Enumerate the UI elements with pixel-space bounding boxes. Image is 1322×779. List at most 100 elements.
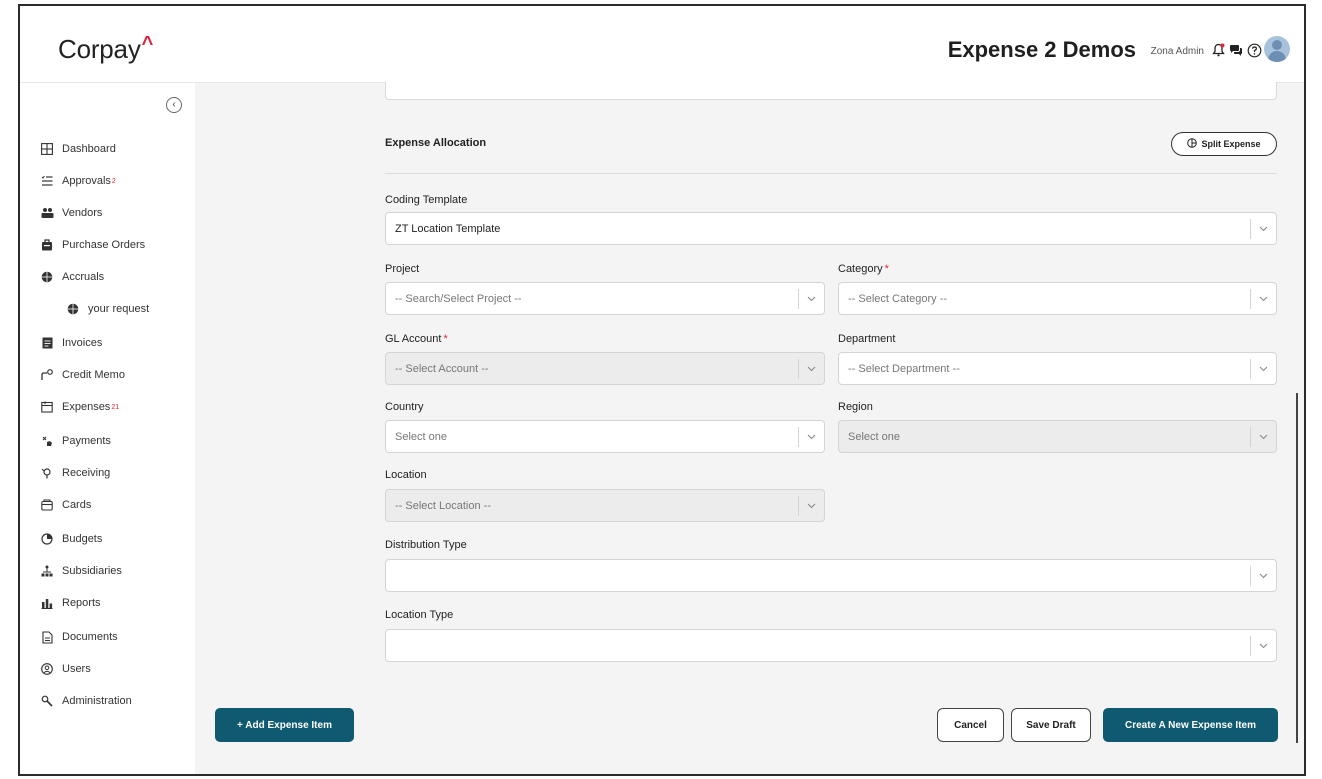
accruals-icon — [40, 270, 54, 284]
country-select[interactable]: Select one — [385, 420, 825, 453]
chevron-down-icon[interactable] — [1250, 359, 1276, 379]
location-type-label: Location Type — [385, 609, 454, 621]
sidebar-item-label: Vendors — [62, 207, 103, 219]
chevron-left-icon[interactable]: ‹ — [166, 97, 182, 113]
chat-icon[interactable] — [1228, 42, 1244, 58]
sidebar-item-label: Accruals — [62, 271, 105, 283]
split-expense-button[interactable]: Split Expense — [1171, 132, 1277, 156]
sidebar-item-expenses[interactable]: Expenses 21 — [40, 397, 119, 417]
region-select[interactable]: Select one — [838, 420, 1277, 453]
scrollbar[interactable] — [1296, 393, 1298, 743]
chevron-down-icon[interactable] — [1250, 566, 1276, 586]
sidebar-item-label: your request — [88, 303, 150, 315]
split-icon — [1187, 138, 1198, 150]
sidebar-item-label: Subsidiaries — [62, 565, 122, 577]
chevron-down-icon[interactable] — [1250, 427, 1276, 447]
expenses-icon — [40, 400, 54, 414]
location-select[interactable]: -- Select Location -- — [385, 489, 825, 522]
coding-template-label: Coding Template — [385, 194, 468, 206]
sidebar-item-users[interactable]: Users — [40, 659, 91, 679]
sidebar: ‹ Dashboard Approvals 2 Vendors Purchase … — [20, 82, 195, 774]
coding-template-value: ZT Location Template — [395, 222, 501, 235]
documents-icon — [40, 630, 54, 644]
sidebar-item-credit-memo[interactable]: Credit Memo — [40, 365, 125, 385]
sidebar-item-subsidiaries[interactable]: Subsidiaries — [40, 561, 122, 581]
sidebar-item-receiving[interactable]: Receiving — [40, 463, 110, 483]
invoices-icon — [40, 336, 54, 350]
approvals-icon — [40, 174, 54, 188]
logo-mark: ^ — [141, 33, 154, 55]
sidebar-item-label: Credit Memo — [62, 369, 125, 381]
coding-template-select[interactable]: ZT Location Template — [385, 212, 1277, 245]
chevron-down-icon[interactable] — [798, 289, 824, 309]
app-title: Expense 2 Demos — [947, 37, 1136, 62]
section-title: Expense Allocation — [385, 137, 487, 149]
split-expense-label: Split Expense — [1201, 139, 1261, 149]
chevron-down-icon[interactable] — [798, 427, 824, 447]
category-select[interactable]: -- Select Category -- — [838, 282, 1277, 315]
sidebar-item-payments[interactable]: Payments — [40, 431, 111, 451]
sidebar-item-invoices[interactable]: Invoices — [40, 333, 102, 353]
cancel-button[interactable]: Cancel — [937, 708, 1004, 742]
country-label: Country — [385, 401, 424, 413]
sidebar-item-label: Administration — [62, 695, 132, 707]
subsidiaries-icon — [40, 564, 54, 578]
logo-text: Corpay — [58, 34, 141, 64]
sidebar-item-label: Dashboard — [62, 143, 116, 155]
sidebar-item-administration[interactable]: Administration — [40, 691, 132, 711]
user-name[interactable]: Zona Admin — [1151, 46, 1204, 57]
distribution-type-label: Distribution Type — [385, 539, 467, 551]
add-expense-item-button[interactable]: + Add Expense Item — [215, 708, 354, 742]
approvals-badge: 2 — [111, 177, 116, 185]
create-new-expense-item-button[interactable]: Create A New Expense Item — [1103, 708, 1278, 742]
location-placeholder: -- Select Location -- — [395, 499, 491, 512]
bell-icon[interactable] — [1210, 42, 1226, 58]
users-icon — [40, 662, 54, 676]
project-select[interactable]: -- Search/Select Project -- — [385, 282, 825, 315]
sidebar-item-label: Users — [62, 663, 91, 675]
avatar-icon[interactable] — [1264, 36, 1290, 62]
vendors-icon — [40, 206, 54, 220]
gl-account-select[interactable]: -- Select Account -- — [385, 352, 825, 385]
credit-memo-icon — [40, 368, 54, 382]
reports-icon — [40, 596, 54, 610]
chevron-down-icon[interactable] — [798, 496, 824, 516]
chevron-down-icon[interactable] — [798, 359, 824, 379]
distribution-type-select[interactable] — [385, 559, 1277, 592]
chevron-down-icon[interactable] — [1250, 289, 1276, 309]
sidebar-item-label: Approvals — [62, 175, 111, 187]
payments-icon — [40, 434, 54, 448]
sidebar-item-documents[interactable]: Documents — [40, 627, 118, 647]
corpay-logo[interactable]: Corpay^ — [58, 33, 154, 65]
accruals-icon — [66, 302, 80, 316]
sidebar-item-label: Cards — [62, 499, 92, 511]
sidebar-item-cards[interactable]: Cards — [40, 495, 91, 515]
location-type-select[interactable] — [385, 629, 1277, 662]
sidebar-item-vendors[interactable]: Vendors — [40, 203, 102, 223]
sidebar-item-dashboard[interactable]: Dashboard — [40, 139, 116, 159]
sidebar-item-approvals[interactable]: Approvals 2 — [40, 171, 116, 191]
notes-textarea[interactable] — [385, 82, 1277, 100]
chevron-down-icon[interactable] — [1250, 219, 1276, 239]
chevron-down-icon[interactable] — [1250, 636, 1276, 656]
cards-icon — [40, 498, 54, 512]
project-label: Project — [385, 263, 420, 275]
sidebar-item-your-request[interactable]: your request — [66, 299, 149, 319]
sidebar-item-reports[interactable]: Reports — [40, 593, 101, 613]
department-select[interactable]: -- Select Department -- — [838, 352, 1277, 385]
receiving-icon — [40, 466, 54, 480]
dashboard-icon — [40, 142, 54, 156]
category-label: Category * — [838, 263, 889, 275]
required-marker: * — [884, 263, 889, 275]
save-draft-button[interactable]: Save Draft — [1011, 708, 1091, 742]
sidebar-item-budgets[interactable]: Budgets — [40, 529, 102, 549]
sidebar-item-purchase-orders[interactable]: Purchase Orders — [40, 235, 145, 255]
category-placeholder: -- Select Category -- — [848, 292, 948, 305]
help-icon[interactable] — [1246, 42, 1262, 58]
department-placeholder: -- Select Department -- — [848, 362, 960, 375]
sidebar-item-label: Expenses — [62, 401, 111, 413]
gl-account-label-text: GL Account — [385, 333, 442, 345]
sidebar-item-accruals[interactable]: Accruals — [40, 267, 104, 287]
expenses-badge: 21 — [111, 403, 120, 411]
region-placeholder: Select one — [848, 430, 900, 443]
